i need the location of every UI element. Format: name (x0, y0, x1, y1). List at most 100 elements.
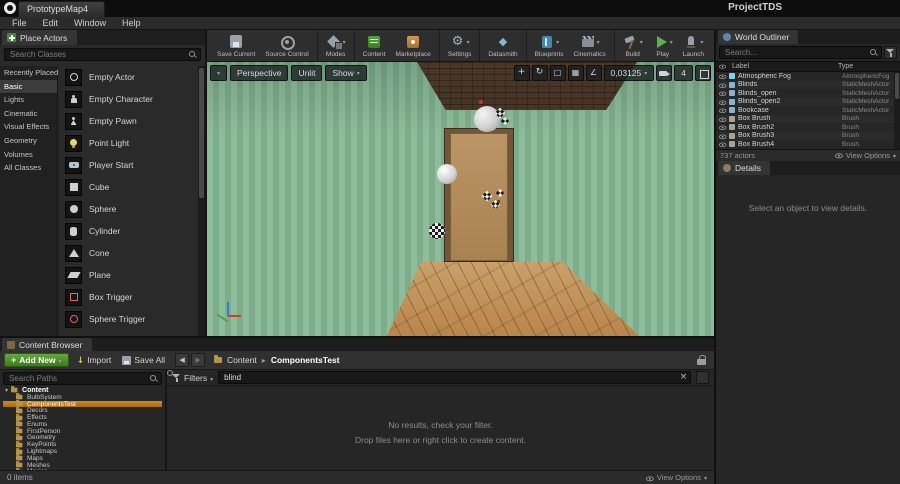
marketplace-button[interactable]: Marketplace (390, 30, 435, 61)
outliner-row[interactable]: Bookcase StaticMeshActor (716, 106, 900, 115)
outliner-row[interactable]: Box Brush4 Brush (716, 140, 900, 149)
place-actor-cylinder[interactable]: Cylinder (58, 220, 205, 242)
rotation-snap-button[interactable] (585, 65, 602, 81)
visibility-eye-icon[interactable] (719, 90, 727, 97)
scale-tool-button[interactable] (549, 65, 566, 81)
asset-view[interactable]: Filters No results, check your filter. D… (167, 370, 714, 470)
category-visual-effects[interactable]: Visual Effects (0, 120, 57, 134)
outliner-search-input[interactable] (719, 46, 882, 59)
viewport-options-button[interactable] (210, 65, 228, 81)
camera-speed-icon[interactable] (656, 65, 673, 81)
forward-button[interactable]: ▶ (191, 353, 206, 367)
rotate-tool-button[interactable] (531, 65, 548, 81)
visibility-eye-icon[interactable] (719, 73, 727, 80)
place-actor-empty-actor[interactable]: Empty Actor (58, 66, 205, 88)
column-label[interactable]: Label (732, 63, 838, 70)
camera-speed-value[interactable]: 4 (674, 65, 693, 81)
viewport[interactable]: Perspective Unlit Show 0,03125 4 (207, 62, 714, 336)
asset-search-input[interactable] (218, 371, 691, 384)
blueprints-button[interactable]: Blueprints (530, 30, 569, 61)
clear-search-button[interactable] (678, 372, 689, 383)
show-flags-button[interactable]: Show (325, 65, 367, 81)
view-mode-button[interactable]: Unlit (291, 65, 323, 81)
place-actor-sphere[interactable]: Sphere (58, 198, 205, 220)
place-actor-player-start[interactable]: Player Start (58, 154, 205, 176)
content-button[interactable]: Content (358, 30, 391, 61)
content-view-options[interactable]: View Options (645, 473, 707, 482)
visibility-eye-icon[interactable] (719, 141, 727, 148)
place-actor-point-light[interactable]: Point Light (58, 132, 205, 154)
place-actor-empty-character[interactable]: Empty Character (58, 88, 205, 110)
category-volumes[interactable]: Volumes (0, 148, 57, 162)
search-classes-input[interactable] (4, 48, 201, 61)
play-button[interactable]: Play (648, 30, 678, 61)
place-actor-cone[interactable]: Cone (58, 242, 205, 264)
category-basic[interactable]: Basic (0, 79, 57, 94)
outliner-row[interactable]: Blinds StaticMeshActor (716, 81, 900, 90)
category-recently-placed[interactable]: Recently Placed (0, 66, 58, 80)
menu-help[interactable]: Help (114, 17, 149, 29)
menu-window[interactable]: Window (66, 17, 114, 29)
launch-button[interactable]: Launch (678, 30, 709, 61)
visibility-eye-icon[interactable] (719, 124, 727, 131)
camera-mode-button[interactable]: Perspective (230, 65, 289, 81)
add-new-button[interactable]: Add New (4, 353, 69, 367)
scale-snap-value[interactable]: 0,03125 (603, 65, 655, 81)
back-button[interactable]: ◀ (175, 353, 190, 367)
build-button[interactable]: Build (618, 30, 648, 61)
outliner-row[interactable]: Atmospheric Fog AtmosphericFog (716, 72, 900, 81)
cinematics-button[interactable]: Cinematics (569, 30, 611, 61)
filters-button[interactable]: Filters (172, 373, 213, 383)
outliner-row[interactable]: Box Brush3 Brush (716, 132, 900, 141)
wood-floor-mesh[interactable] (387, 262, 639, 336)
category-cinematic[interactable]: Cinematic (0, 107, 57, 121)
place-actor-plane[interactable]: Plane (58, 264, 205, 286)
outliner-row[interactable]: Box Brush2 Brush (716, 123, 900, 132)
door-frame-mesh[interactable] (444, 128, 514, 262)
place-actor-empty-pawn[interactable]: Empty Pawn (58, 110, 205, 132)
outliner-row[interactable]: Box Brush Brush (716, 115, 900, 124)
outliner-row[interactable]: Blinds_open2 StaticMeshActor (716, 98, 900, 107)
tab-content-browser[interactable]: Content Browser (2, 338, 93, 351)
place-actors-tab[interactable]: Place Actors (2, 30, 78, 45)
save-current-button[interactable]: Save Current (212, 30, 260, 61)
category-lights[interactable]: Lights (0, 93, 57, 107)
level-tab[interactable]: PrototypeMap4 (18, 1, 106, 17)
white-sphere-mesh[interactable] (437, 164, 457, 184)
category-all-classes[interactable]: All Classes (0, 161, 57, 175)
place-actor-sphere-trigger[interactable]: Sphere Trigger (58, 308, 205, 330)
visibility-eye-icon[interactable] (719, 99, 727, 105)
tab-details[interactable]: Details (718, 160, 770, 175)
place-actor-cube[interactable]: Cube (58, 176, 205, 198)
place-actor-box-trigger[interactable]: Box Trigger (58, 286, 205, 308)
emitter-sprite[interactable] (500, 116, 510, 126)
outliner-filter-button[interactable] (884, 46, 897, 59)
breadcrumb-componentstest[interactable]: ComponentsTest (271, 355, 340, 365)
search-paths-input[interactable] (3, 372, 162, 385)
visibility-eye-icon[interactable] (719, 107, 727, 114)
outliner-scrollbar[interactable] (894, 72, 900, 149)
breadcrumb-content[interactable]: Content (227, 355, 257, 365)
place-actors-scrollbar[interactable] (198, 66, 205, 336)
viewport-scene[interactable]: Perspective Unlit Show 0,03125 4 (207, 62, 714, 336)
visibility-eye-icon[interactable] (719, 82, 727, 88)
scrollbar-thumb[interactable] (199, 68, 204, 198)
maximize-viewport-button[interactable] (695, 65, 711, 81)
expand-arrow-icon[interactable]: ▾ (5, 387, 8, 394)
import-button[interactable]: Import (74, 352, 115, 368)
menu-edit[interactable]: Edit (35, 17, 67, 29)
menu-file[interactable]: File (4, 17, 35, 29)
grid-snap-button[interactable] (567, 65, 584, 81)
datasmith-button[interactable]: Datasmith (483, 30, 522, 61)
outliner-row[interactable]: Blinds_open StaticMeshActor (716, 89, 900, 98)
outliner-view-options[interactable]: View Options (834, 151, 896, 160)
visibility-eye-icon[interactable] (719, 116, 727, 122)
modes-button[interactable]: Modes (321, 30, 351, 61)
lock-icon[interactable] (697, 355, 706, 365)
settings-button[interactable]: Settings (443, 30, 477, 61)
scrollbar-thumb[interactable] (895, 73, 899, 99)
save-all-button[interactable]: Save All (119, 352, 168, 368)
column-type[interactable]: Type (838, 63, 900, 70)
translate-tool-button[interactable] (513, 65, 530, 81)
source-control-button[interactable]: Source Control (260, 30, 313, 61)
